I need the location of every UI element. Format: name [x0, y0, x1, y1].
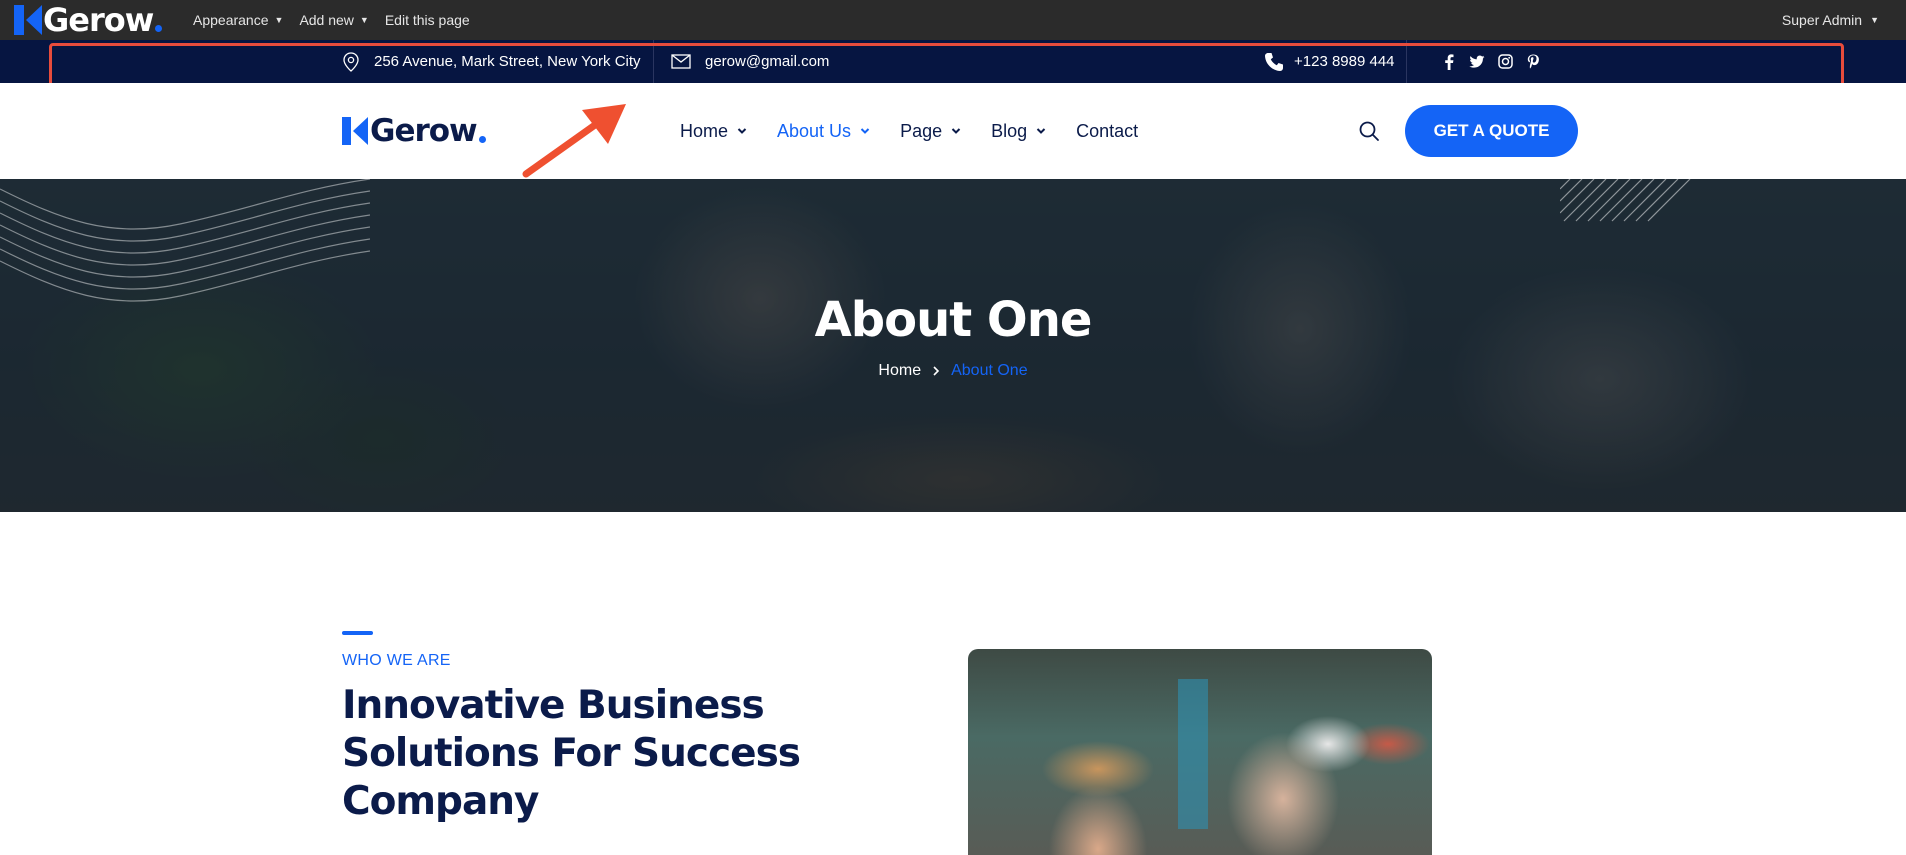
nav-label: About Us	[777, 120, 852, 141]
section-accent-bar	[342, 631, 373, 635]
admin-menu-appearance[interactable]: Appearance ▼	[193, 12, 283, 28]
annotation-arrow-icon	[522, 104, 626, 178]
brand-dot	[478, 136, 486, 143]
chevron-down-icon	[860, 128, 870, 134]
caret-down-icon: ▼	[359, 15, 369, 25]
main-header: Gerow Home About Us Page Blog Contact GE…	[0, 83, 1906, 179]
nav-item-about-us[interactable]: About Us	[777, 121, 870, 142]
admin-menu: Appearance ▼ Add new ▼ Edit this page	[193, 0, 470, 40]
admin-user-menu[interactable]: Super Admin ▼	[1782, 0, 1879, 40]
decorative-lines-icon	[1560, 179, 1691, 222]
nav-label: Page	[900, 120, 943, 141]
top-info-bar: 256 Avenue, Mark Street, New York City g…	[0, 40, 1906, 89]
caret-down-icon: ▼	[274, 15, 284, 25]
brand-dot	[155, 25, 163, 32]
nav-item-contact[interactable]: Contact	[1076, 121, 1138, 142]
admin-menu-label: Edit this page	[384, 12, 470, 28]
admin-menu-add-new[interactable]: Add new ▼	[299, 12, 368, 28]
brand-text: Gerow	[370, 112, 478, 149]
nav-item-blog[interactable]: Blog	[991, 121, 1046, 142]
main-nav: Home About Us Page Blog Contact	[680, 83, 1138, 179]
page-hero: About One Home About One	[0, 179, 1906, 512]
admin-bar: Gerow Appearance ▼ Add new ▼ Edit this p…	[0, 0, 1906, 40]
nav-item-home[interactable]: Home	[680, 121, 747, 142]
breadcrumb: Home About One	[0, 362, 1906, 380]
admin-brand-text: Gerow	[43, 1, 154, 39]
nav-label: Home	[680, 120, 729, 141]
admin-menu-edit-page[interactable]: Edit this page	[385, 12, 470, 28]
admin-logo[interactable]: Gerow	[14, 1, 163, 39]
get-a-quote-button[interactable]: GET A QUOTE	[1405, 105, 1578, 157]
logo-mark-icon	[14, 5, 42, 35]
caret-down-icon: ▼	[1870, 15, 1879, 25]
section-heading: Innovative Business Solutions For Succes…	[342, 683, 801, 824]
nav-label: Contact	[1076, 120, 1139, 141]
section-eyebrow: WHO WE ARE	[342, 652, 451, 669]
site-logo[interactable]: Gerow	[342, 112, 486, 149]
nav-item-page[interactable]: Page	[900, 121, 961, 142]
admin-menu-label: Appearance	[193, 12, 269, 28]
search-icon[interactable]	[1358, 120, 1380, 142]
breadcrumb-home-link[interactable]: Home	[878, 362, 921, 380]
nav-label: Blog	[991, 120, 1028, 141]
breadcrumb-current: About One	[951, 362, 1028, 379]
photo-background-detail	[1178, 679, 1208, 829]
logo-mark-icon	[342, 117, 368, 145]
about-image	[968, 649, 1432, 855]
chevron-down-icon	[737, 128, 747, 134]
chevron-down-icon	[951, 128, 961, 134]
admin-menu-label: Add new	[299, 12, 354, 28]
admin-user-name: Super Admin	[1781, 12, 1863, 28]
chevron-right-icon	[933, 366, 940, 376]
page-title: About One	[814, 292, 1093, 348]
chevron-down-icon	[1036, 128, 1046, 134]
